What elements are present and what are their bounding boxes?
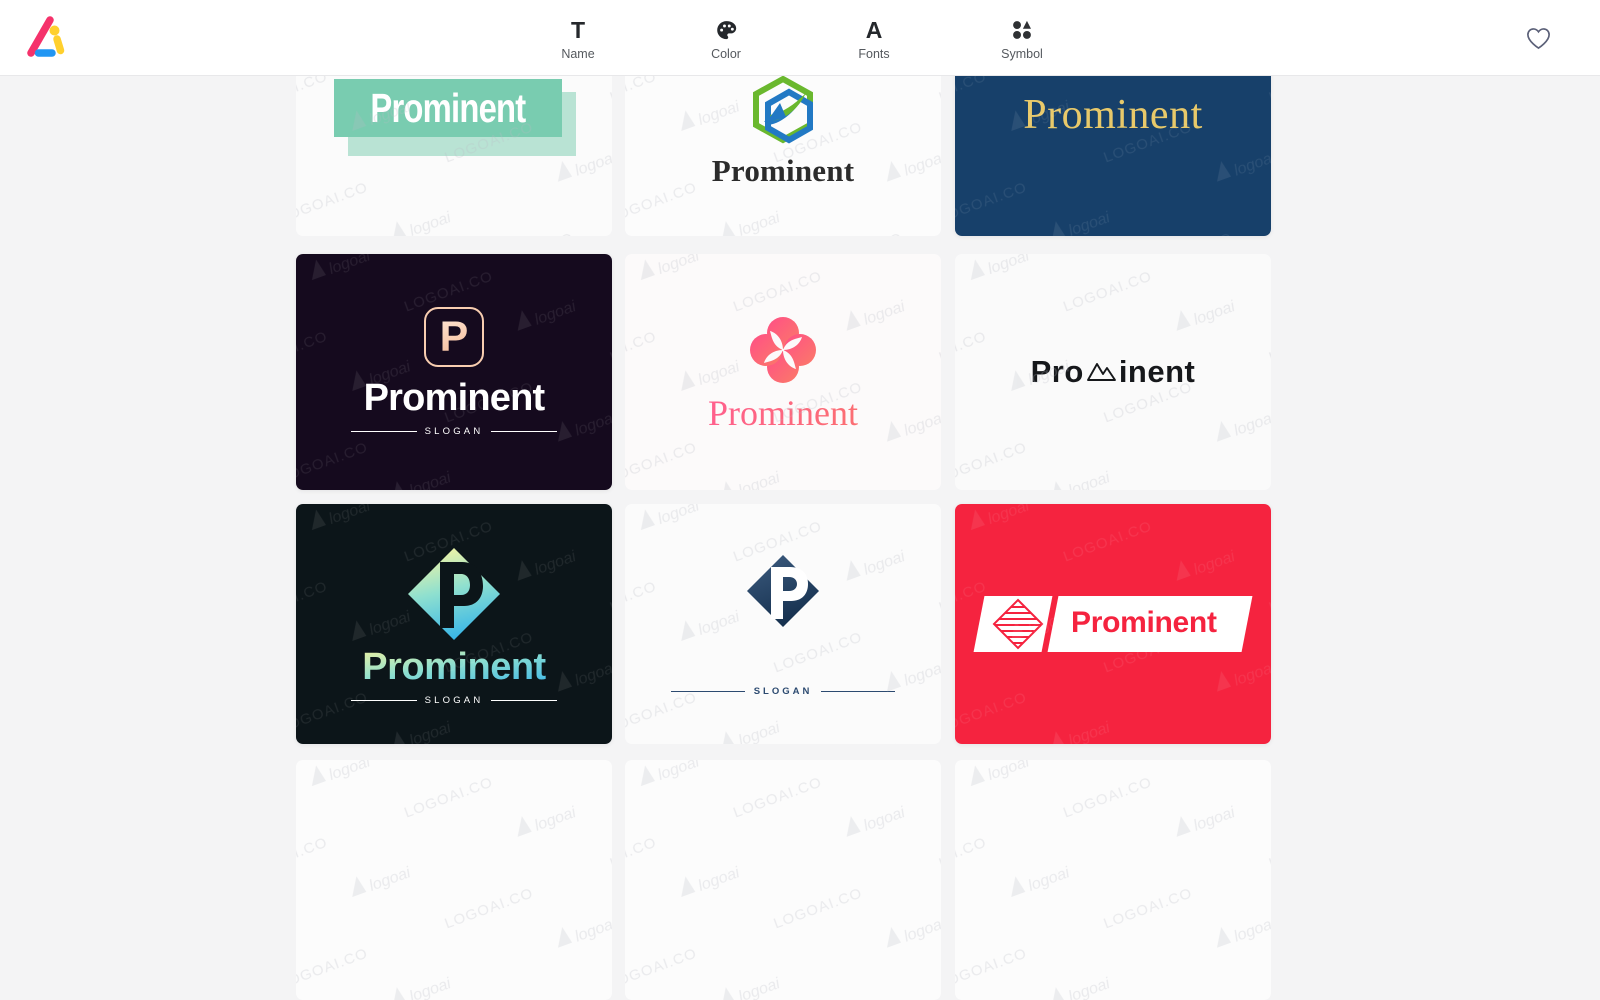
palette-icon <box>715 18 738 42</box>
logo-card-red-band[interactable]: Prominent <box>955 504 1271 744</box>
logo-preview: P Prominent SLOGAN <box>296 254 612 490</box>
logo-card-gradient-diamond[interactable]: Prominent SLOGAN <box>296 504 612 744</box>
hexagon-swoosh-icon <box>753 75 813 144</box>
slogan-row: SLOGAN <box>351 426 558 437</box>
block-highlight: Prominent <box>334 79 562 137</box>
monogram-box: P <box>424 307 484 367</box>
navy-diamond-monogram-icon <box>747 555 819 627</box>
monogram-letter: P <box>439 312 469 361</box>
logo-preview: Prominent SLOGAN <box>296 504 612 744</box>
favorites-button[interactable] <box>1524 24 1552 52</box>
nav-item-symbol-label: Symbol <box>1001 47 1043 62</box>
slogan-rule-right <box>491 699 558 702</box>
red-band-logo: Prominent <box>973 596 1253 652</box>
mountain-icon <box>1086 363 1116 381</box>
logo-wordmark: Prominent <box>362 646 546 688</box>
logo-preview: Prominent <box>625 254 941 490</box>
logo-card-pink-flower[interactable]: Prominent <box>625 254 941 490</box>
slogan-rule-left <box>671 690 745 693</box>
nav-item-color[interactable]: Color <box>680 14 772 61</box>
font-a-icon: A <box>865 16 883 43</box>
slogan-rule-right <box>491 430 558 433</box>
logo-wordmark: Prominent <box>1071 606 1217 639</box>
logo-wordmark: PROMINENT <box>668 635 898 678</box>
nav-item-name[interactable]: T Name <box>532 14 624 61</box>
shapes-icon <box>1011 18 1033 42</box>
logo-wordmark: Prominent <box>1023 92 1203 138</box>
logo-card-dark-p-box[interactable]: P Prominent SLOGAN <box>296 254 612 490</box>
wordmark-prefix: Pro <box>1030 354 1084 389</box>
slogan-row: SLOGAN <box>671 686 896 697</box>
watermark-overlay <box>296 760 612 1000</box>
nav-item-symbol[interactable]: Symbol <box>976 14 1068 61</box>
logo-wordmark: Prominent <box>370 84 527 131</box>
flower-icon <box>750 317 816 383</box>
slogan-rule-left <box>351 430 417 433</box>
watermark-overlay <box>625 760 941 1000</box>
logo-wordmark: Prominent <box>708 393 858 433</box>
logo-slogan: SLOGAN <box>424 426 484 437</box>
logo-preview: PROMINENT SLOGAN <box>625 504 941 744</box>
logo-card-mountain-letter[interactable]: Pro inent <box>955 254 1271 490</box>
striped-diamond-icon <box>992 598 1044 650</box>
logo-wordmark: Prominent <box>363 377 546 419</box>
top-toolbar: T Name Color A Fonts Symbol <box>0 0 1600 76</box>
primary-nav: T Name Color A Fonts Symbol <box>0 0 1600 75</box>
heart-outline-icon <box>1526 27 1550 49</box>
logo-card-navy-diamond[interactable]: PROMINENT SLOGAN <box>625 504 941 744</box>
gradient-diamond-monogram-icon <box>408 548 500 640</box>
logo-preview: Prominent <box>955 504 1271 744</box>
slogan-rule-left <box>351 699 417 702</box>
logo-card-next-row-2[interactable] <box>625 760 941 1000</box>
logo-slogan: SLOGAN <box>753 686 813 697</box>
slogan-rule-right <box>821 690 896 693</box>
logo-preview: Pro inent <box>955 254 1271 490</box>
nav-item-name-label: Name <box>561 47 595 62</box>
watermark-overlay <box>955 760 1271 1000</box>
nav-item-fonts[interactable]: A Fonts <box>828 14 920 61</box>
nav-item-fonts-label: Fonts <box>858 47 890 62</box>
logo-slogan: SLOGAN <box>424 695 484 706</box>
logo-card-next-row-3[interactable] <box>955 760 1271 1000</box>
logo-results-grid: Prominent logoai LOGOAI.COM <box>0 0 1600 1000</box>
slogan-row: SLOGAN <box>351 695 558 706</box>
green-block-logo: Prominent <box>334 79 576 156</box>
logo-wordmark: Pro inent <box>1031 354 1196 390</box>
wordmark-suffix: inent <box>1118 354 1196 389</box>
logo-wordmark: Prominent <box>711 153 855 188</box>
nav-item-color-label: Color <box>711 47 741 62</box>
text-t-icon: T <box>570 16 586 43</box>
logo-card-next-row-1[interactable] <box>296 760 612 1000</box>
